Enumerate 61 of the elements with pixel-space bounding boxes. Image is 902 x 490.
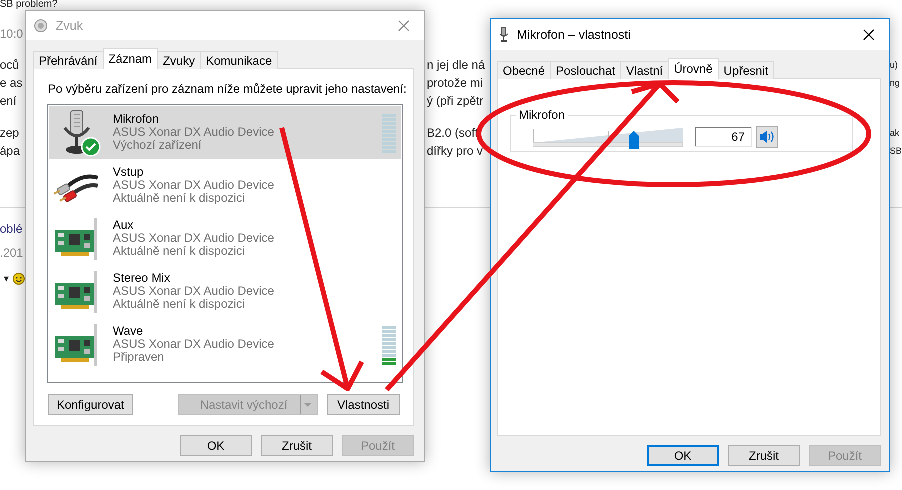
circuit-board-icon xyxy=(54,322,100,368)
device-status: Připraven xyxy=(113,351,166,364)
microphone-icon xyxy=(499,26,509,42)
device-item[interactable]: Wave ASUS Xonar DX Audio Device Připraven xyxy=(49,318,401,371)
text-fragment: u) xyxy=(890,60,898,70)
dialog-button[interactable]: Zrušit xyxy=(728,445,800,466)
tab[interactable]: Úrovně xyxy=(668,58,719,79)
circuit-board-icon xyxy=(54,216,100,262)
device-name: Stereo Mix xyxy=(113,272,172,285)
tab[interactable]: Vlastní xyxy=(620,61,670,79)
post-time: 10:0 xyxy=(0,27,24,41)
text-fragment: oců xyxy=(0,58,20,72)
device-status: Výchozí zařízení xyxy=(113,139,203,152)
page-heading: SB problem? xyxy=(0,0,58,10)
device-status: Aktuálně není k dispozici xyxy=(113,192,246,205)
post-date: .201 xyxy=(0,246,24,260)
text-fragment: dířky pro v xyxy=(427,144,484,158)
text-fragment: ení xyxy=(0,94,17,108)
device-name: Mikrofon xyxy=(113,113,160,126)
device-name: Aux xyxy=(113,219,135,232)
link[interactable]: oblé xyxy=(0,222,23,236)
device-description: ASUS Xonar DX Audio Device xyxy=(113,285,274,298)
close-icon xyxy=(863,28,875,40)
text-fragment: ý (při zpětr xyxy=(427,94,484,108)
text-fragment: protože mi xyxy=(427,76,484,90)
text-fragment: zep xyxy=(0,126,20,140)
instruction-text: Po výběru zařízení pro záznam níže můžete upravit jeho nastavení: xyxy=(47,81,408,97)
level-field[interactable]: 67 xyxy=(695,126,752,146)
slider-thumb[interactable] xyxy=(628,130,638,148)
tab[interactable]: Upřesnit xyxy=(718,61,774,79)
text-fragment: n jej dle ná xyxy=(427,58,486,72)
group-label: Mikrofon xyxy=(518,108,566,122)
close-icon xyxy=(398,20,410,32)
device-item[interactable]: Stereo Mix ASUS Xonar DX Audio Device Aktuálně není k dispozici xyxy=(49,265,401,318)
window-title: Mikrofon – vlastnosti xyxy=(517,28,632,42)
device-item[interactable]: Mikrofon ASUS Xonar DX Audio Device Výchozí zařízení xyxy=(49,106,401,159)
tab[interactable]: Poslouchat xyxy=(550,61,622,79)
device-item[interactable]: Vstup ASUS Xonar DX Audio Device Aktuálně není k dispozici xyxy=(49,159,401,212)
mute-button[interactable] xyxy=(756,126,778,148)
device-name: Wave xyxy=(113,325,144,338)
device-description: ASUS Xonar DX Audio Device xyxy=(113,338,274,351)
device-description: ASUS Xonar DX Audio Device xyxy=(113,232,274,245)
text-fragment: ápa xyxy=(0,144,20,158)
device-status: Aktuálně není k dispozici xyxy=(113,245,246,258)
device-name: Vstup xyxy=(113,166,145,179)
text-fragment: SB xyxy=(890,146,902,156)
text-fragment: ak xyxy=(890,128,900,138)
dialog-button[interactable]: OK xyxy=(647,445,719,466)
device-status: Aktuálně není k dispozici xyxy=(113,298,246,311)
text-fragment: e as xyxy=(0,76,23,90)
window-title: Zvuk xyxy=(56,18,84,32)
device-description: ASUS Xonar DX Audio Device xyxy=(113,179,274,192)
device-description: ASUS Xonar DX Audio Device xyxy=(113,126,274,139)
text-fragment: ng xyxy=(890,78,900,88)
caret-icon xyxy=(300,395,314,414)
tab[interactable]: Obecné xyxy=(497,61,552,79)
text-fragment: B2.0 (soft xyxy=(427,126,478,140)
circuit-board-icon xyxy=(54,268,100,314)
dropdown-caret[interactable]: ▾ xyxy=(4,273,9,285)
smiley-icon[interactable] xyxy=(13,273,25,285)
device-item[interactable]: Aux ASUS Xonar DX Audio Device Aktuálně není k dispozici xyxy=(49,212,401,265)
